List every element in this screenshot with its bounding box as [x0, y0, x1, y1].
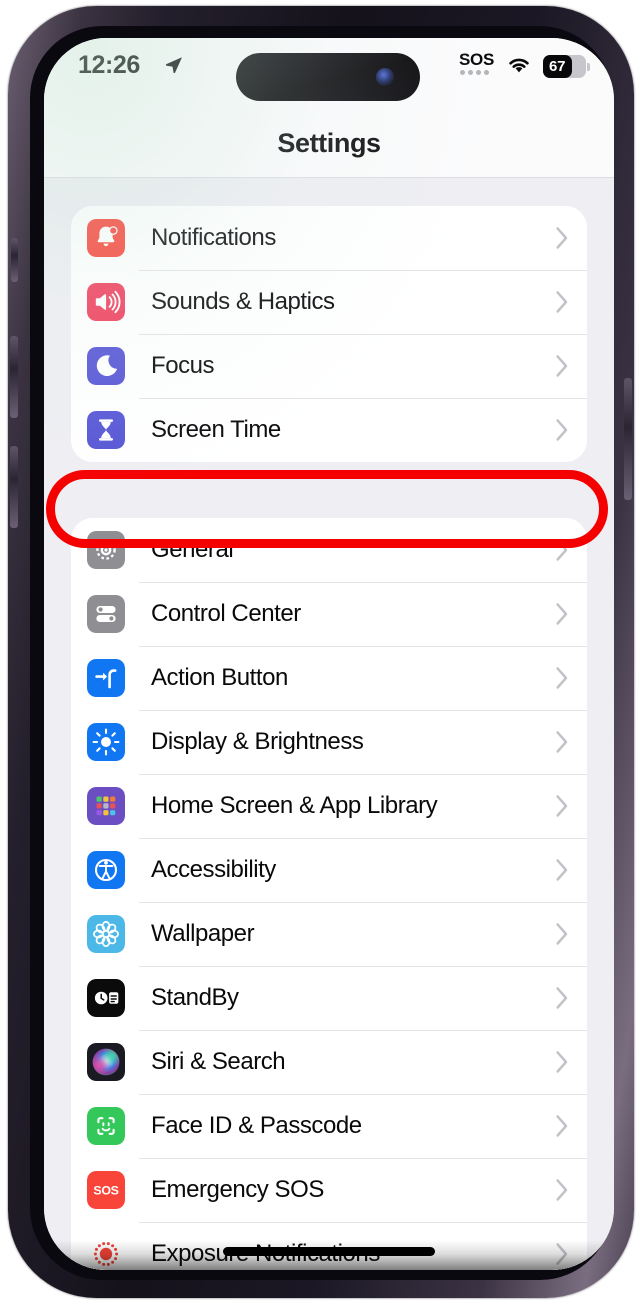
settings-row-label: General [151, 536, 234, 563]
settings-row-label: Display & Brightness [151, 728, 364, 755]
chevron-right-icon [555, 1178, 569, 1207]
settings-row-focus[interactable]: Focus [71, 334, 587, 398]
home-indicator[interactable] [223, 1247, 435, 1256]
settings-row-label: Siri & Search [151, 1048, 286, 1075]
settings-row-label: Wallpaper [151, 920, 255, 947]
battery-indicator: 67 [543, 54, 590, 78]
battery-percentage-label: 67 [549, 57, 566, 75]
app-grid-icon [87, 787, 125, 825]
settings-row-control-center[interactable]: Control Center [71, 582, 587, 646]
settings-group-1: Notifications Sounds & Haptics Focus Scr… [71, 206, 587, 462]
settings-row-wallpaper[interactable]: Wallpaper [71, 902, 587, 966]
settings-row-label: Control Center [151, 600, 301, 627]
settings-row-screen-time[interactable]: Screen Time [71, 398, 587, 462]
status-bar-indicators: SOS 67 [459, 50, 590, 81]
settings-row-label: Action Button [151, 664, 288, 691]
settings-row-general[interactable]: General [71, 518, 587, 582]
settings-row-label: Sounds & Haptics [151, 288, 335, 315]
settings-row-label: Screen Time [151, 416, 281, 443]
settings-row-sounds-haptics[interactable]: Sounds & Haptics [71, 270, 587, 334]
location-arrow-icon [164, 55, 184, 80]
settings-row-label: Home Screen & App Library [151, 792, 438, 819]
settings-row-home-screen-app-library[interactable]: Home Screen & App Library [71, 774, 587, 838]
page-title: Settings [277, 128, 381, 158]
navigation-bar: Settings [44, 104, 614, 178]
chevron-right-icon [555, 1114, 569, 1143]
chevron-right-icon [555, 1050, 569, 1079]
settings-row-siri-search[interactable]: Siri & Search [71, 1030, 587, 1094]
sos-icon: SOS [87, 1171, 125, 1209]
settings-row-face-id-passcode[interactable]: Face ID & Passcode [71, 1094, 587, 1158]
chevron-right-icon [555, 226, 569, 255]
settings-row-label: Accessibility [151, 856, 276, 883]
chevron-right-icon [555, 922, 569, 951]
chevron-right-icon [555, 794, 569, 823]
sos-indicator: SOS [459, 50, 495, 81]
wifi-icon [506, 54, 532, 79]
cellular-signal-dots [460, 70, 489, 75]
chevron-right-icon [555, 290, 569, 319]
settings-row-action-button[interactable]: Action Button [71, 646, 587, 710]
chevron-right-icon [555, 666, 569, 695]
settings-row-display-brightness[interactable]: Display & Brightness [71, 710, 587, 774]
settings-row-notifications[interactable]: Notifications [71, 206, 587, 270]
face-id-icon [87, 1107, 125, 1145]
hourglass-icon [87, 411, 125, 449]
sliders-icon [87, 595, 125, 633]
phone-screen: 12:26 SOS 67 Settings Notifications Soun… [44, 38, 614, 1270]
chevron-right-icon [555, 602, 569, 631]
accessibility-icon [87, 851, 125, 889]
speaker-wave-icon [87, 283, 125, 321]
bell-icon [87, 219, 125, 257]
volume-up-button[interactable] [10, 336, 18, 418]
dynamic-island[interactable] [236, 53, 420, 101]
chevron-right-icon [555, 418, 569, 447]
moon-icon [87, 347, 125, 385]
chevron-right-icon [555, 730, 569, 759]
standby-clock-icon [87, 979, 125, 1017]
settings-row-label: Face ID & Passcode [151, 1112, 362, 1139]
settings-row-standby[interactable]: StandBy [71, 966, 587, 1030]
gear-icon [87, 531, 125, 569]
silent-switch-button[interactable] [11, 238, 18, 282]
phone-device-frame: 12:26 SOS 67 Settings Notifications Soun… [8, 6, 634, 1298]
volume-down-button[interactable] [10, 446, 18, 528]
chevron-right-icon [555, 858, 569, 887]
settings-row-emergency-sos[interactable]: SOS Emergency SOS [71, 1158, 587, 1222]
sun-icon [87, 723, 125, 761]
status-bar-clock: 12:26 [78, 51, 140, 79]
chevron-right-icon [555, 538, 569, 567]
settings-group-2: General Control Center Action Button Dis… [71, 518, 587, 1270]
settings-row-accessibility[interactable]: Accessibility [71, 838, 587, 902]
settings-scroll-view[interactable]: Notifications Sounds & Haptics Focus Scr… [44, 178, 614, 1270]
flower-icon [87, 915, 125, 953]
svg-text:SOS: SOS [93, 1184, 118, 1198]
settings-row-label: Focus [151, 352, 215, 379]
settings-row-label: Notifications [151, 224, 276, 251]
power-side-button[interactable] [624, 378, 632, 500]
chevron-right-icon [555, 986, 569, 1015]
chevron-right-icon [555, 354, 569, 383]
front-camera-icon [376, 68, 394, 86]
action-button-icon [87, 659, 125, 697]
sos-label: SOS [459, 50, 495, 69]
siri-orb-icon [87, 1043, 125, 1081]
settings-row-label: Emergency SOS [151, 1176, 324, 1203]
settings-row-label: StandBy [151, 984, 239, 1011]
